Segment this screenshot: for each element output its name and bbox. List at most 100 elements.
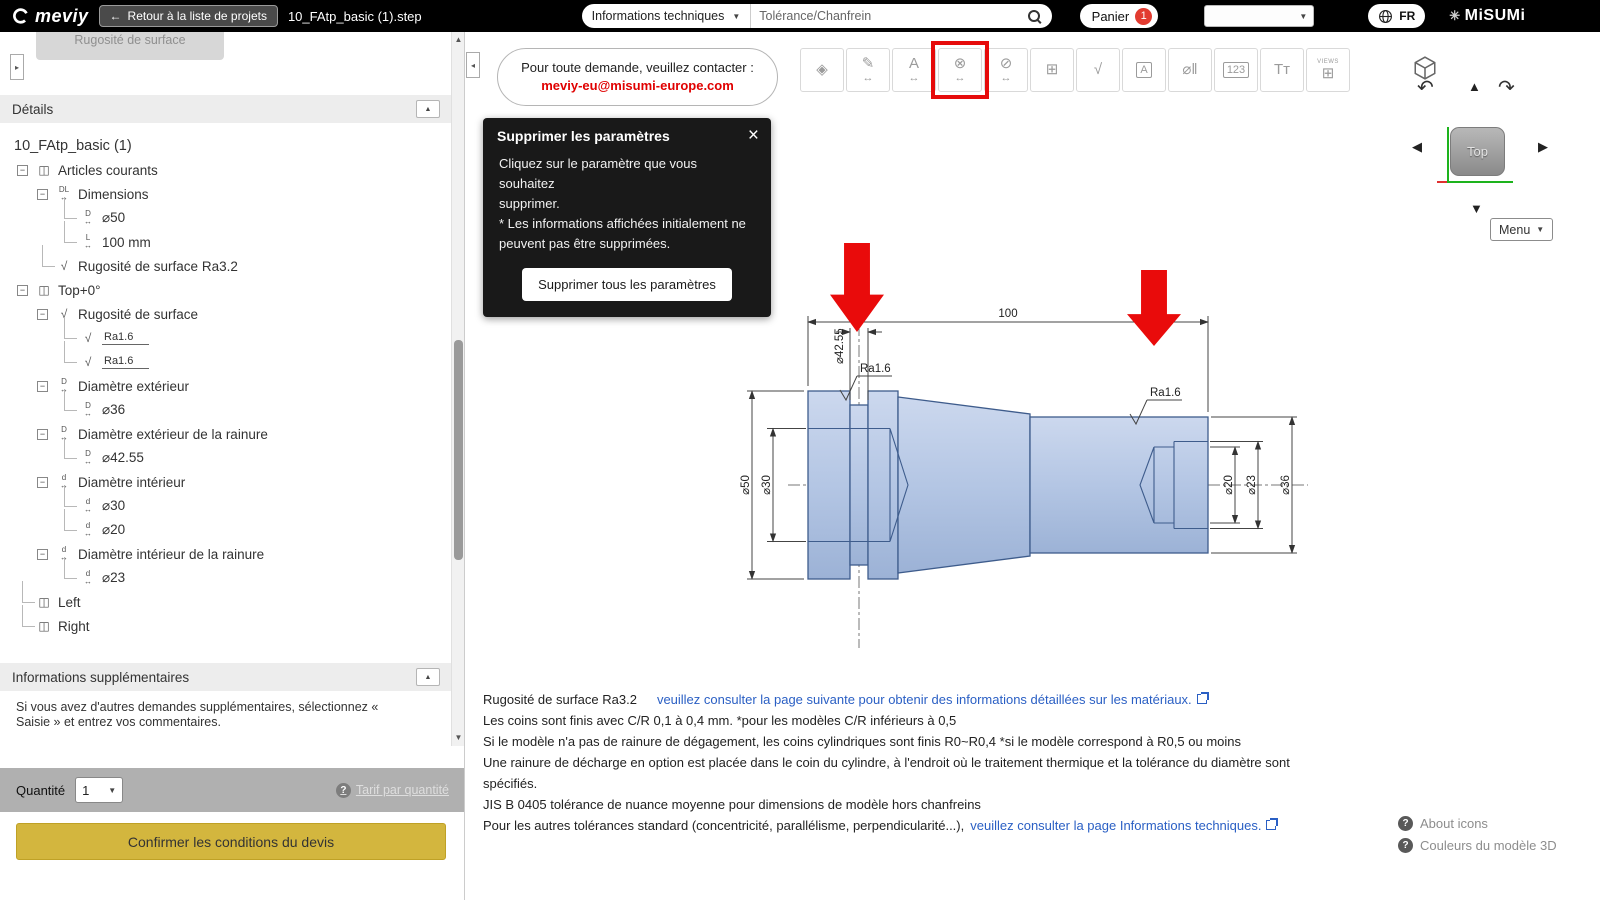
tree-item[interactable]: L ↔ 100 mm [0,221,450,254]
rotate-left-icon[interactable]: ↶ [1417,78,1434,98]
tree-item-label: Top+0° [58,282,101,298]
chevron-down-icon: ▼ [108,785,117,795]
collapse-toggle-icon[interactable]: − [37,548,48,560]
meviy-logo[interactable]: meviy [12,6,89,27]
external-link-icon[interactable] [1266,818,1279,830]
hole-pattern-button[interactable]: ⊞ [1030,48,1074,92]
back-to-projects-button[interactable]: ← Retour à la liste de projets [98,5,278,27]
details-section-header: Détails ▲ [0,95,452,123]
dimension-number-button[interactable]: 123 [1214,48,1258,92]
help-link-label: Couleurs du modèle 3D [1420,837,1557,853]
collapse-toggle-icon[interactable]: − [37,188,48,200]
note-text: Pour les autres tolérances standard (con… [483,818,965,833]
views-grid-button[interactable]: VIEWS ⊞ [1306,48,1350,92]
scroll-up-icon[interactable]: ▲ [452,33,464,47]
dimension-line-icon: ↔ [862,72,874,84]
delete-all-parameters-button[interactable]: Supprimer tous les paramètres [522,268,732,301]
annotation-button[interactable]: A [1122,48,1166,92]
hide-dimension-button[interactable]: ⊘ ↔ [984,48,1028,92]
rotate-view-right-icon[interactable]: ▶ [1538,140,1548,153]
rotate-view-left-icon[interactable]: ◀ [1412,140,1422,153]
tree-item-label: Diamètre extérieur [78,378,190,394]
delete-dimension-icon: ⊗ [953,55,967,72]
confirm-quote-button[interactable]: Confirmer les conditions du devis [16,823,446,860]
axis-z [1437,181,1447,183]
supplementary-line: Saisie » et entrez vos commentaires. [16,715,221,729]
tree-item[interactable]: − ◫ Articles courants [0,158,450,182]
annotation-icon: A [1136,62,1152,78]
check-icon: √ [60,259,68,273]
contact-email[interactable]: meviy-eu@misumi-europe.com [498,78,777,93]
search-category-dropdown[interactable]: Informations techniques ▼ [592,4,752,28]
tree-item[interactable]: d ↔ ⌀20 [0,509,450,542]
language-button[interactable]: FR [1368,4,1426,28]
note-line: JIS B 0405 tolérance de nuance moyenne p… [483,794,1290,815]
note-text: Rugosité de surface Ra3.2 [483,692,637,707]
technical-drawing[interactable]: 100 ⌀50 ⌀30 ⌀42.55 Ra1.6 Ra1.6 ⌀20 ⌀23 ⌀… [740,298,1340,658]
hole-pattern-icon: ⊞ [1045,61,1059,78]
surface-roughness-button[interactable]: √ [1076,48,1120,92]
tree-item[interactable]: D ↔ ⌀42.55 [0,437,450,470]
tree-item[interactable]: √ Ra1.6 [0,341,450,374]
add-text-dimension-button[interactable]: A ↔ [892,48,936,92]
pan-view-button[interactable]: ◈ [800,48,844,92]
panel-collapse-handle-left[interactable]: ▸ [10,54,24,80]
chevron-down-icon: ▼ [1536,225,1545,234]
tree-item-label: Rugosité de surface Ra3.2 [78,258,238,274]
collapse-toggle-icon[interactable]: − [37,380,48,392]
collapse-supplementary-button[interactable]: ▲ [416,668,440,686]
external-link-icon[interactable] [1196,692,1209,704]
cart-button[interactable]: Panier 1 [1079,4,1159,28]
tree-item[interactable]: D ↔ ⌀36 [0,389,450,422]
tree-item-label: 10_FAtp_basic (1) [14,138,132,154]
surface-roughness-scrolled-button[interactable]: Rugosité de surface [36,32,224,60]
tree-item[interactable]: ◫ Right [0,605,450,638]
collapse-toggle-icon[interactable]: − [17,164,28,176]
sidebar-scrollbar[interactable]: ▲ ▼ [451,32,464,746]
fit-tolerance-button[interactable]: ⌀‖ [1168,48,1212,92]
delete-dimension-button[interactable]: ⊗ ↔ [931,41,989,99]
rotate-right-icon[interactable]: ↷ [1498,78,1515,98]
quantity-select[interactable]: 1 ▼ [75,777,124,803]
edit-dimension-button[interactable]: ✎ ↔ [846,48,890,92]
collapse-toggle-icon[interactable]: − [37,428,48,440]
panel-collapse-handle-main[interactable]: ◂ [466,52,480,78]
scrollbar-thumb[interactable] [454,340,463,560]
collapse-toggle-icon[interactable]: − [17,284,28,296]
tree-item-label: ⌀36 [102,402,126,417]
tree-item[interactable]: − ◫ Top+0° [0,278,450,302]
tree-item-label: ⌀42.55 [102,450,144,465]
tree-item-label: Ra1.6 [102,331,150,345]
tree-item-label: 100 mm [102,234,151,250]
note-link[interactable]: veuillez consulter la page suivante pour… [657,692,1192,707]
question-icon: ? [1398,837,1413,853]
collapse-toggle-icon[interactable]: − [37,476,48,488]
price-by-quantity-link[interactable]: ? Tarif par quantité [335,782,449,798]
meviy-app: meviy ← Retour à la liste de projets 10_… [0,0,1600,900]
supplementary-text: Si vous avez d'autres demandes supplémen… [16,700,378,730]
collapse-toggle-icon[interactable]: − [37,308,48,320]
rotate-down-icon[interactable]: ▼ [1470,202,1483,215]
help-links: ? About icons? Couleurs du modèle 3D [1398,812,1557,856]
view-menu-button[interactable]: Menu ▼ [1490,218,1554,241]
help-link[interactable]: ? Couleurs du modèle 3D [1398,834,1557,856]
search-icon[interactable] [1027,9,1042,24]
note-line: Une rainure de décharge en option est pl… [483,752,1290,773]
note-text: Les coins sont finis avec C/R 0,1 à 0,4 … [483,713,957,728]
help-link-label: About icons [1420,815,1488,831]
search-input[interactable] [759,9,1019,23]
text-height-button[interactable]: Tт [1260,48,1304,92]
view-cube[interactable]: Top [1450,127,1505,176]
tree-item[interactable]: d ↔ ⌀23 [0,557,450,590]
tree-item[interactable]: √ Rugosité de surface Ra3.2 [0,245,450,278]
tree-item[interactable]: ◫ Left [0,581,450,614]
cyl-icon: ◫ [38,595,50,609]
scroll-down-icon[interactable]: ▼ [452,731,464,745]
collapse-details-button[interactable]: ▲ [416,100,440,118]
help-link[interactable]: ? About icons [1398,812,1557,834]
tree-item[interactable]: 10_FAtp_basic (1) [0,134,450,158]
close-icon[interactable]: × [748,126,759,145]
material-select[interactable]: ▼ [1204,5,1315,27]
rotate-up-icon[interactable]: ▲ [1468,80,1481,93]
note-link[interactable]: veuillez consulter la page Informations … [970,818,1261,833]
